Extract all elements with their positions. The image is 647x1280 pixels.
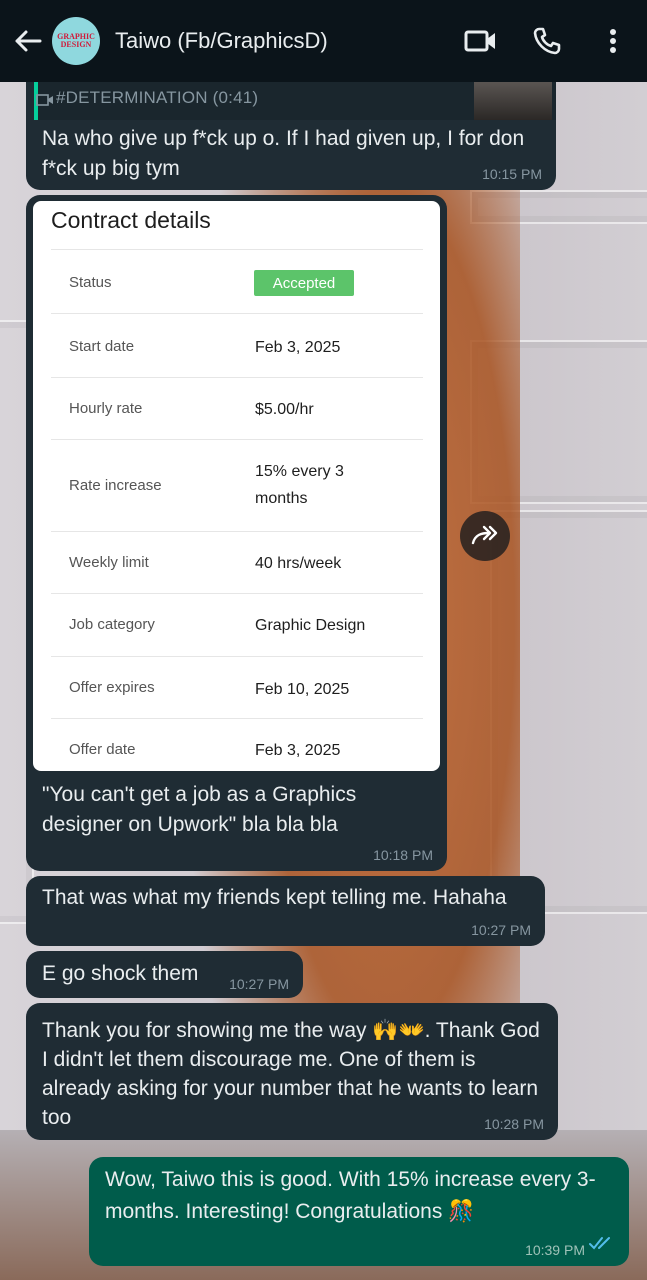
quoted-message[interactable]: #DETERMINATION (0:41) [34, 82, 556, 120]
message-time: 10:18 PM [373, 847, 433, 863]
contract-row-start-date: Start date Feb 3, 2025 [51, 313, 423, 378]
contract-row-hourly-rate: Hourly rate $5.00/hr [51, 377, 423, 440]
row-value-line1: 15% every 3 [255, 463, 344, 480]
contract-row-rate-increase: Rate increase 15% every 3 months [51, 439, 423, 532]
image-caption: "You can't get a job as a Graphics desig… [42, 783, 357, 836]
message-time: 10:39 PM [525, 1242, 585, 1258]
double-check-icon [589, 1235, 615, 1256]
row-value: $5.00/hr [255, 401, 314, 418]
more-options-icon[interactable] [585, 13, 641, 69]
message-time: 10:27 PM [229, 976, 289, 992]
message-time: 10:27 PM [471, 922, 531, 938]
message-text: Wow, Taiwo this is good. With 15% increa… [105, 1168, 596, 1223]
message-text: Thank you for showing me the way 🙌👐. Tha… [42, 1019, 540, 1129]
contract-row-offer-date: Offer date Feb 3, 2025 [51, 718, 423, 771]
back-arrow-icon[interactable] [8, 21, 48, 61]
row-label: Start date [69, 338, 135, 355]
row-label: Job category [69, 616, 155, 633]
video-call-icon[interactable] [453, 13, 509, 69]
row-label: Weekly limit [69, 554, 149, 571]
contract-details-image[interactable]: Contract details Status Accepted Start d… [33, 201, 440, 771]
message-text: E go shock them [42, 962, 199, 985]
row-label: Offer date [69, 741, 136, 758]
row-value: Feb 10, 2025 [255, 681, 350, 698]
contract-row-status: Status Accepted [51, 249, 423, 314]
message-bubble-outgoing[interactable]: Wow, Taiwo this is good. With 15% increa… [89, 1157, 629, 1266]
row-label: Offer expires [69, 679, 155, 696]
contact-name[interactable]: Taiwo (Fb/GraphicsD) [115, 28, 453, 54]
row-value: Graphic Design [255, 617, 366, 634]
contract-row-offer-expires: Offer expires Feb 10, 2025 [51, 656, 423, 719]
quoted-message-title: #DETERMINATION (0:41) [56, 88, 259, 107]
row-value: Feb 3, 2025 [255, 339, 341, 356]
voice-call-icon[interactable] [519, 13, 575, 69]
row-label: Rate increase [69, 477, 162, 494]
avatar-text: GRAPHIC DESIGN [57, 33, 95, 49]
message-text: That was what my friends kept telling me… [42, 886, 507, 909]
contract-row-job-category: Job category Graphic Design [51, 593, 423, 657]
avatar[interactable]: GRAPHIC DESIGN [52, 17, 100, 65]
row-label: Status [69, 274, 112, 291]
forward-icon[interactable] [460, 511, 510, 561]
message-time: 10:28 PM [484, 1116, 544, 1132]
quoted-message-thumbnail [474, 82, 552, 120]
message-time: 10:15 PM [482, 166, 542, 182]
row-value: 40 hrs/week [255, 555, 342, 572]
status-badge: Accepted [254, 270, 354, 296]
message-text: Na who give up f*ck up o. If I had given… [42, 127, 525, 180]
message-bubble-incoming[interactable]: E go shock them 10:27 PM [26, 951, 303, 998]
video-icon [36, 91, 54, 114]
contract-row-weekly-limit: Weekly limit 40 hrs/week [51, 531, 423, 594]
message-bubble-incoming[interactable]: Thank you for showing me the way 🙌👐. Tha… [26, 1003, 558, 1140]
row-value: 15% every 3 months [255, 458, 344, 512]
row-value: Feb 3, 2025 [255, 742, 341, 759]
message-bubble-incoming[interactable]: That was what my friends kept telling me… [26, 876, 545, 946]
avatar-text-line2: DESIGN [60, 40, 92, 49]
row-label: Hourly rate [69, 400, 143, 417]
contract-title: Contract details [51, 207, 211, 233]
chat-header: GRAPHIC DESIGN Taiwo (Fb/GraphicsD) [0, 0, 647, 82]
row-value-line2: months [255, 490, 308, 507]
